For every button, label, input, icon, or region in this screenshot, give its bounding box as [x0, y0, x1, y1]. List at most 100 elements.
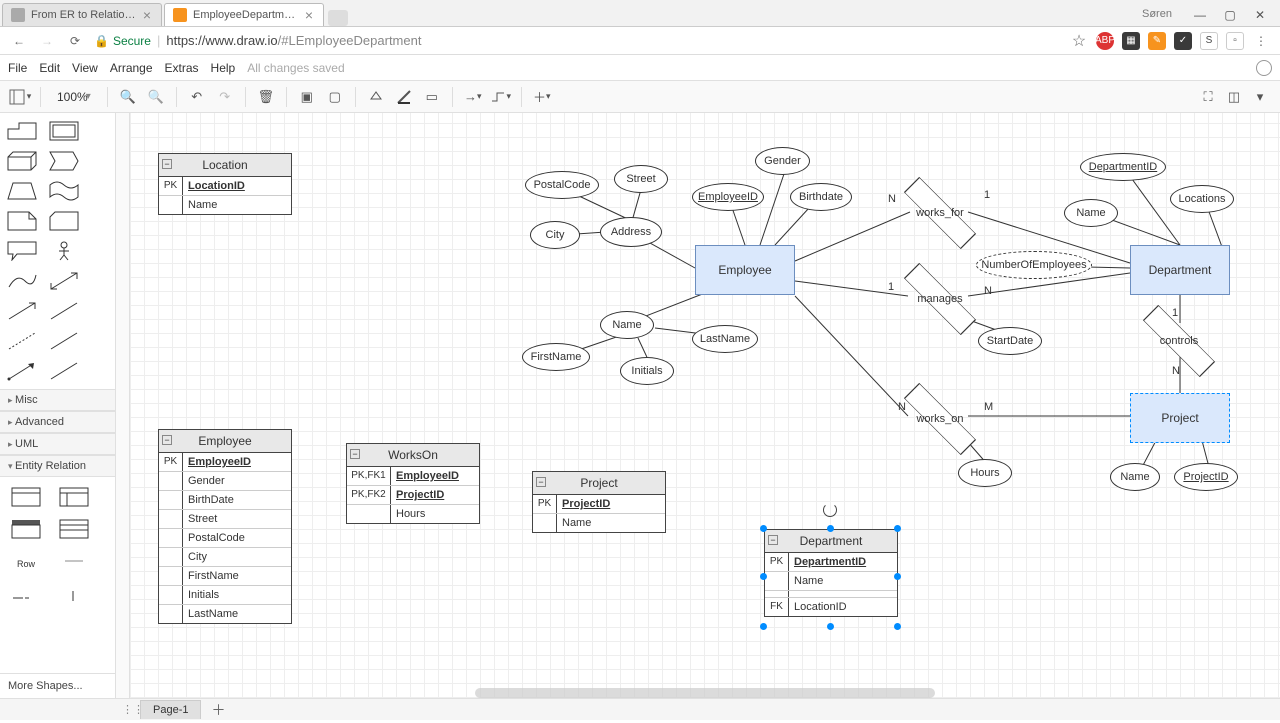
palette-misc[interactable]: Misc [0, 389, 115, 411]
palette-entity-relation[interactable]: Entity Relation [0, 455, 115, 477]
entity-department[interactable]: Department [1130, 245, 1230, 295]
table-department[interactable]: −DepartmentPKDepartmentIDNameFKLocationI… [764, 529, 898, 617]
ext-icon[interactable]: ▫ [1226, 32, 1244, 50]
attr-projectid[interactable]: ProjectID [1174, 463, 1238, 491]
shape-point-arrow[interactable] [4, 359, 40, 383]
er-misc-2[interactable] [56, 581, 92, 605]
shape-tape[interactable] [46, 179, 82, 203]
url-field[interactable]: 🔒 Secure | https://www.draw.io/#LEmploye… [94, 33, 1060, 48]
shape-arrow-bi[interactable] [46, 269, 82, 293]
attr-deptid[interactable]: DepartmentID [1080, 153, 1166, 181]
entity-project[interactable]: Project [1130, 393, 1230, 443]
er-table-4[interactable] [56, 517, 92, 541]
insert-button[interactable]: ＋▾ [530, 85, 554, 109]
shape-line3[interactable] [46, 359, 82, 383]
language-icon[interactable] [1256, 60, 1272, 76]
window-maximize-icon[interactable]: ▢ [1222, 8, 1238, 22]
view-menu-button[interactable]: ▾ [8, 85, 32, 109]
shape-trapezoid[interactable] [4, 179, 40, 203]
zoom-in-icon[interactable]: 🔍 [116, 85, 140, 109]
delete-button[interactable]: 🗑 [254, 85, 278, 109]
format-panel-icon[interactable]: ◫ [1222, 85, 1246, 109]
shape-callout[interactable] [4, 239, 40, 263]
menu-extras[interactable]: Extras [165, 61, 199, 75]
palette-advanced[interactable]: Advanced [0, 411, 115, 433]
attr-street[interactable]: Street [614, 165, 668, 193]
attr-gender[interactable]: Gender [755, 147, 810, 175]
page-menu-icon[interactable]: ⋮⋮ [122, 703, 136, 716]
table-project[interactable]: −ProjectPKProjectIDName [532, 471, 666, 533]
rotate-handle-icon[interactable] [823, 503, 837, 517]
forward-button[interactable]: → [38, 32, 56, 50]
attr-dept-name[interactable]: Name [1064, 199, 1118, 227]
add-page-button[interactable]: ＋ [201, 697, 235, 723]
shape-line2[interactable] [46, 329, 82, 353]
er-table-1[interactable] [8, 485, 44, 509]
er-table-3[interactable] [8, 517, 44, 541]
browser-tab-1[interactable]: EmployeeDepartment - d × [164, 3, 324, 26]
more-shapes-link[interactable]: More Shapes... [0, 673, 115, 698]
sel-handle[interactable] [760, 623, 767, 630]
window-close-icon[interactable]: ✕ [1252, 8, 1268, 22]
shape-cube[interactable] [4, 149, 40, 173]
ext-icon[interactable]: ▦ [1122, 32, 1140, 50]
canvas-area[interactable]: Employee Department Project works_for ma… [130, 113, 1280, 698]
browser-tab-0[interactable]: From ER to Relational M… × [2, 3, 162, 26]
close-icon[interactable]: × [143, 7, 151, 23]
attr-proj-name[interactable]: Name [1110, 463, 1160, 491]
zoom-out-icon[interactable]: 🔍 [144, 85, 168, 109]
attr-postalcode[interactable]: PostalCode [525, 171, 599, 199]
entity-employee[interactable]: Employee [695, 245, 795, 295]
attr-startdate[interactable]: StartDate [978, 327, 1042, 355]
adblock-icon[interactable]: ABP [1096, 32, 1114, 50]
er-row[interactable]: Row [8, 549, 44, 573]
attr-employeeid[interactable]: EmployeeID [692, 183, 764, 211]
fullscreen-icon[interactable]: ⛶ [1196, 85, 1220, 109]
attr-firstname[interactable]: FirstName [522, 343, 590, 371]
shape-curve[interactable] [4, 269, 40, 293]
shape-tab[interactable] [4, 119, 40, 143]
sel-handle[interactable] [894, 573, 901, 580]
sel-handle[interactable] [760, 525, 767, 532]
shape-step[interactable] [46, 149, 82, 173]
profile-name[interactable]: Søren [1142, 8, 1158, 22]
sel-handle[interactable] [827, 623, 834, 630]
shape-actor[interactable] [46, 239, 82, 263]
sel-handle[interactable] [894, 623, 901, 630]
to-back-button[interactable]: ▢ [323, 85, 347, 109]
rel-controls[interactable]: controls [1144, 323, 1214, 359]
menu-icon[interactable]: ⋮ [1252, 32, 1270, 50]
ext-icon[interactable]: ✎ [1148, 32, 1166, 50]
sel-handle[interactable] [760, 573, 767, 580]
er-row-2[interactable] [56, 549, 92, 573]
menu-edit[interactable]: Edit [39, 61, 60, 75]
attr-initials[interactable]: Initials [620, 357, 674, 385]
attr-locations[interactable]: Locations [1170, 185, 1234, 213]
shadow-button[interactable]: ▭ [420, 85, 444, 109]
attr-numberofemployees[interactable]: NumberOfEmployees [976, 251, 1092, 279]
waypoint-button[interactable]: ▾ [489, 85, 513, 109]
table-location[interactable]: −LocationPKLocationIDName [158, 153, 292, 215]
redo-button[interactable]: ↷ [213, 85, 237, 109]
shape-card[interactable] [46, 209, 82, 233]
er-misc[interactable] [8, 581, 44, 605]
horizontal-scrollbar[interactable] [475, 688, 935, 698]
back-button[interactable]: ← [10, 32, 28, 50]
attr-birthdate[interactable]: Birthdate [790, 183, 852, 211]
reload-button[interactable]: ⟳ [66, 32, 84, 50]
to-front-button[interactable]: ▣ [295, 85, 319, 109]
attr-city[interactable]: City [530, 221, 580, 249]
sel-handle[interactable] [894, 525, 901, 532]
bookmark-icon[interactable]: ☆ [1070, 32, 1088, 50]
attr-hours[interactable]: Hours [958, 459, 1012, 487]
menu-arrange[interactable]: Arrange [110, 61, 153, 75]
palette-uml[interactable]: UML [0, 433, 115, 455]
close-icon[interactable]: × [305, 7, 313, 23]
new-tab-button[interactable] [328, 10, 348, 26]
table-employee[interactable]: −EmployeePKEmployeeIDGenderBirthDateStre… [158, 429, 292, 624]
fill-color-button[interactable] [364, 85, 388, 109]
rel-manages[interactable]: manages [905, 281, 975, 317]
menu-view[interactable]: View [72, 61, 98, 75]
shape-line[interactable] [46, 299, 82, 323]
connection-button[interactable]: →▾ [461, 85, 485, 109]
